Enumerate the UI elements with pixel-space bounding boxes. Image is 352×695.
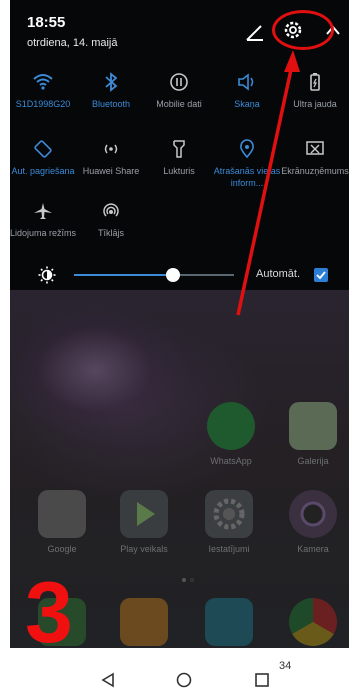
home-icon[interactable] xyxy=(176,672,192,688)
phone-screen: WhatsApp Galerija Google Play veikals Ie… xyxy=(10,0,349,695)
page-number: 34 xyxy=(279,660,292,672)
back-icon[interactable] xyxy=(100,672,116,688)
recents-icon[interactable] xyxy=(254,672,270,688)
navigation-bar xyxy=(10,648,349,695)
annotation-arrow xyxy=(236,50,300,316)
